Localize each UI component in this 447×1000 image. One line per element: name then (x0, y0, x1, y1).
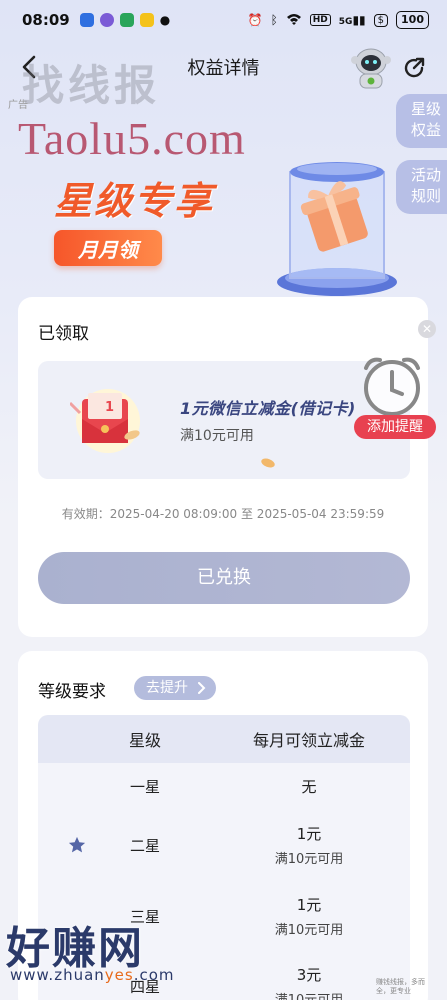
tab-activity-rules[interactable]: 活动 规则 (396, 160, 447, 214)
status-right: ⏰ ᛒ HD 5G▮▮ $ 100 (248, 11, 429, 29)
alarm-status-icon: ⏰ (247, 13, 263, 27)
baidu-app-icon (79, 13, 94, 27)
chevron-right-icon (198, 682, 206, 694)
row-sub: 满10元可用 (274, 852, 344, 867)
gold-coin-icon (261, 458, 275, 468)
watermark-url: www.zhuanyes.com (10, 966, 175, 984)
column-monthly-amount: 每月可领立减金 (252, 731, 365, 750)
watermark-site: Taolu5.com (18, 113, 246, 164)
column-level: 星级 (128, 731, 161, 750)
battery-icon: 100 (396, 11, 429, 29)
tab-star-benefits[interactable]: 星级 权益 (396, 94, 447, 148)
corner-note: 赚钱线报，多而全，更专业 (376, 978, 425, 995)
tab-activity-rules-label: 活动 规则 (410, 166, 441, 205)
row-level: 一星 (129, 777, 160, 796)
watermark-url-a: www.zhuan (10, 966, 105, 984)
banner-title: 星级专享 (54, 179, 215, 223)
row-value: 无 (301, 777, 317, 796)
more-dot-icon: ● (159, 13, 171, 27)
row-value: 1元 (296, 825, 322, 843)
row-value-cell: 无 (178, 776, 410, 797)
table-header: 星级 每月可领立减金 (38, 715, 410, 763)
wifi-icon (286, 13, 302, 28)
gift-box-illustration (272, 150, 402, 300)
status-time: 08:09 (22, 11, 70, 29)
robot-mascot-icon[interactable] (350, 46, 392, 90)
network-label: 5G (338, 17, 353, 27)
add-reminder-button[interactable]: 添加提醒 (354, 415, 436, 439)
shield-status-icon: $ (373, 13, 389, 27)
level-heading: 等级要求 (38, 682, 106, 702)
tab-star-benefits-label: 星级 权益 (410, 100, 441, 139)
watermark-url-c: .com (133, 966, 175, 984)
chat-app-icon (99, 13, 114, 27)
row-value-cell: 1元 满10元可用 (178, 823, 410, 867)
watermark-url-b: yes (104, 966, 134, 984)
table-row: 一星 无 (38, 763, 410, 809)
share-icon (404, 57, 425, 78)
upgrade-button[interactable]: 去提升 (134, 676, 216, 700)
row-value: 1元 (296, 896, 322, 914)
coupon-condition: 满10元可用 (180, 428, 254, 444)
close-icon[interactable]: ✕ (418, 320, 436, 338)
star-icon (68, 836, 86, 853)
signal-icon: 5G▮▮ (338, 13, 366, 27)
ad-tag: 广告 (8, 100, 28, 111)
claimed-heading: 已领取 (38, 324, 89, 344)
upgrade-button-label: 去提升 (146, 680, 188, 696)
banner-pill: 月月领 (54, 230, 162, 266)
row-value-cell: 1元 满10元可用 (178, 894, 410, 938)
status-bar: 08:09 ● ⏰ ᛒ HD 5G▮▮ $ 100 (0, 0, 447, 40)
claimed-card: 已领取 1 1元微信立减金(借记卡) 满10元可用 有效期：2025-04-20… (18, 297, 428, 637)
bluetooth-icon: ᛒ (270, 13, 278, 27)
share-button[interactable] (402, 56, 426, 80)
table-row-current: 二星 1元 满10元可用 (38, 809, 410, 881)
row-sub: 满10元可用 (274, 923, 344, 938)
coupon-name: 1元微信立减金(借记卡) (180, 399, 356, 418)
meituan-app-icon (139, 13, 154, 27)
notification-icons: ● (79, 13, 171, 27)
row-level: 二星 (129, 836, 160, 855)
envelope-mark: 1 (105, 400, 114, 415)
watermark-top: 找线报 (22, 61, 161, 110)
validity-text: 有效期：2025-04-20 08:09:00 至 2025-05-04 23:… (61, 507, 385, 521)
redeemed-button[interactable]: 已兑换 (38, 552, 410, 604)
coupon-item[interactable]: 1 1元微信立减金(借记卡) 满10元可用 (38, 361, 410, 479)
map-app-icon (119, 13, 134, 27)
red-envelope-icon: 1 (68, 383, 146, 453)
hd-icon: HD (309, 14, 331, 26)
